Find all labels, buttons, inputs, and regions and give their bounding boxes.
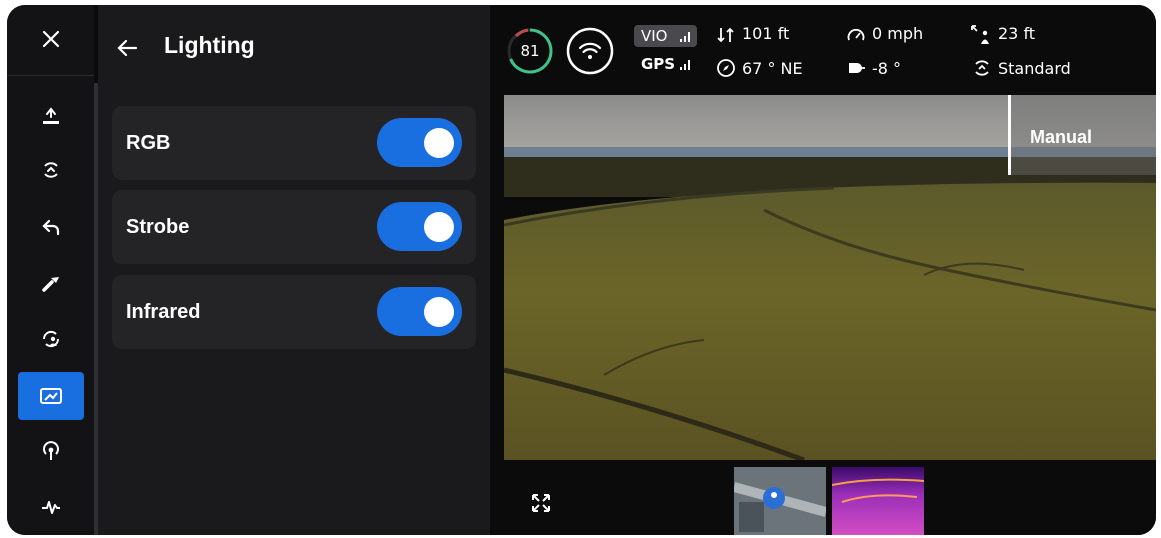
back-arrow-icon <box>42 219 60 236</box>
gps-label: GPS <box>641 55 676 73</box>
flight-mode-icon <box>975 60 989 76</box>
light-row-rgb: RGB <box>112 106 476 180</box>
camera-mode-label: Manual <box>1030 127 1093 147</box>
rail-item-return[interactable] <box>18 146 84 194</box>
signal-bars-icon <box>680 60 690 70</box>
map-image <box>734 467 826 535</box>
status-bar: 81 VIO GPS 101 ft 67 ° NE 0 mph -8 ° 23 … <box>490 5 1156 95</box>
flight-mode-value: Standard <box>998 59 1071 78</box>
rgb-toggle[interactable] <box>377 118 462 167</box>
app-window: Lighting RGB Strobe Infrared 81 VIO GPS … <box>7 5 1156 535</box>
rail-item-return-path[interactable] <box>18 203 84 251</box>
close-button[interactable] <box>7 5 94 73</box>
vio-label: VIO <box>641 27 668 45</box>
rail-item-camera[interactable] <box>18 372 84 420</box>
rotate-user-icon <box>42 330 60 348</box>
wifi-button[interactable] <box>565 26 615 76</box>
expand-icon[interactable] <box>532 494 550 512</box>
thermal-thumbnail[interactable] <box>832 467 924 535</box>
toggle-knob <box>424 297 454 327</box>
light-row-strobe: Strobe <box>112 190 476 264</box>
camera-feed[interactable]: Manual <box>504 95 1156 460</box>
light-row-infrared: Infrared <box>112 275 476 349</box>
pulse-icon <box>42 501 60 514</box>
left-rail <box>7 5 94 535</box>
signal-icon <box>43 441 59 460</box>
close-icon <box>42 30 59 48</box>
panel-title: Lighting <box>164 32 255 58</box>
infrared-toggle[interactable] <box>377 287 462 336</box>
altitude-value: 101 ft <box>742 24 790 43</box>
rail-item-lighting[interactable] <box>18 259 84 307</box>
bottom-bar <box>490 460 1156 535</box>
rail-item-connection[interactable] <box>18 427 84 475</box>
map-thumbnail[interactable] <box>734 467 826 535</box>
thermal-image <box>832 467 924 535</box>
toggle-knob <box>424 212 454 242</box>
gimbal-icon <box>849 63 865 73</box>
image-icon <box>40 388 62 404</box>
distance-value: 23 ft <box>998 24 1036 43</box>
rail-item-telemetry[interactable] <box>18 483 84 531</box>
rail-item-tracking[interactable] <box>18 315 84 363</box>
compass-icon <box>717 59 735 77</box>
rail-item-takeoff[interactable] <box>18 93 84 141</box>
speed-value: 0 mph <box>872 24 924 43</box>
overlay-divider <box>1008 95 1011 175</box>
heading-value: 67 ° NE <box>742 59 803 78</box>
gimbal-value: -8 ° <box>872 59 902 78</box>
distance-icon <box>971 25 989 44</box>
back-arrow-icon[interactable] <box>115 36 139 60</box>
return-home-icon <box>44 162 58 178</box>
signal-bars-icon <box>680 32 690 42</box>
strobe-toggle[interactable] <box>377 202 462 251</box>
toggle-knob <box>424 128 454 158</box>
panel-header: Lighting <box>98 5 490 90</box>
light-label: Strobe <box>126 216 190 238</box>
takeoff-icon <box>43 107 59 124</box>
altitude-icon <box>717 27 734 43</box>
flashlight-icon <box>42 277 59 292</box>
light-label: Infrared <box>126 301 201 323</box>
lighting-panel: Lighting RGB Strobe Infrared <box>98 5 490 535</box>
light-label: RGB <box>126 132 171 154</box>
battery-percent: 81 <box>520 42 540 60</box>
speedometer-icon <box>847 28 865 41</box>
rail-divider <box>7 75 94 76</box>
